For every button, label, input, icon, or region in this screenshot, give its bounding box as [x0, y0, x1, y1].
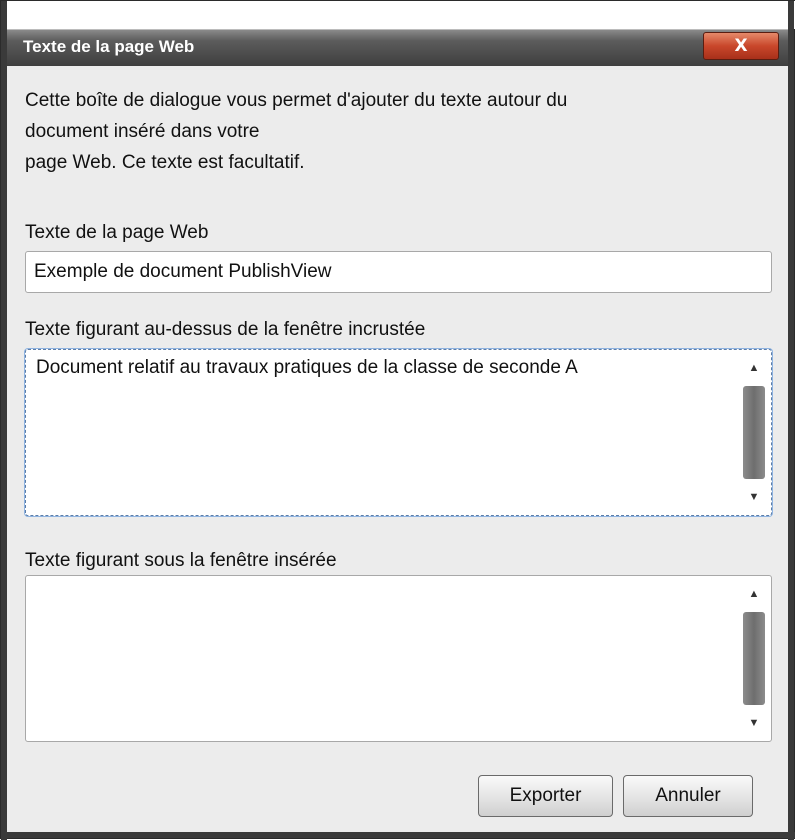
- scroll-down-icon[interactable]: ▼: [741, 485, 767, 509]
- page-text-input[interactable]: Exemple de document PublishView: [25, 251, 772, 293]
- scroll-up-icon[interactable]: ▲: [741, 356, 767, 380]
- intro-line-1: Cette boîte de dialogue vous permet d'aj…: [25, 90, 568, 111]
- close-button[interactable]: X: [703, 32, 779, 60]
- window-frame-left: [1, 1, 7, 840]
- above-text-label: Texte figurant au-dessus de la fenêtre i…: [25, 319, 426, 340]
- scroll-up-icon[interactable]: ▲: [741, 582, 767, 606]
- page-text-label: Texte de la page Web: [25, 222, 209, 243]
- scroll-thumb[interactable]: [743, 386, 765, 479]
- intro-line-2: document inséré dans votre: [25, 121, 260, 142]
- below-text-label: Texte figurant sous la fenêtre insérée: [25, 550, 337, 571]
- dialog-title: Texte de la page Web: [23, 37, 195, 56]
- above-text-area[interactable]: Document relatif au travaux pratiques de…: [25, 349, 772, 516]
- close-icon: X: [734, 36, 748, 56]
- web-page-text-dialog: Texte de la page Web X Cette boîte de di…: [0, 0, 795, 840]
- window-frame-bottom: [1, 832, 795, 838]
- window-frame-right: [788, 1, 794, 840]
- above-text-scrollbar[interactable]: ▲ ▼: [741, 356, 767, 509]
- below-text-scrollbar[interactable]: ▲ ▼: [741, 582, 767, 735]
- scroll-down-icon[interactable]: ▼: [741, 711, 767, 735]
- below-text-area[interactable]: ▲ ▼: [25, 575, 772, 742]
- scroll-thumb[interactable]: [743, 612, 765, 705]
- export-button[interactable]: Exporter: [478, 775, 613, 817]
- above-text-value: Document relatif au travaux pratiques de…: [36, 357, 578, 378]
- window-top-margin: [1, 1, 795, 29]
- intro-line-3: page Web. Ce texte est facultatif.: [25, 152, 305, 173]
- cancel-button[interactable]: Annuler: [623, 775, 753, 817]
